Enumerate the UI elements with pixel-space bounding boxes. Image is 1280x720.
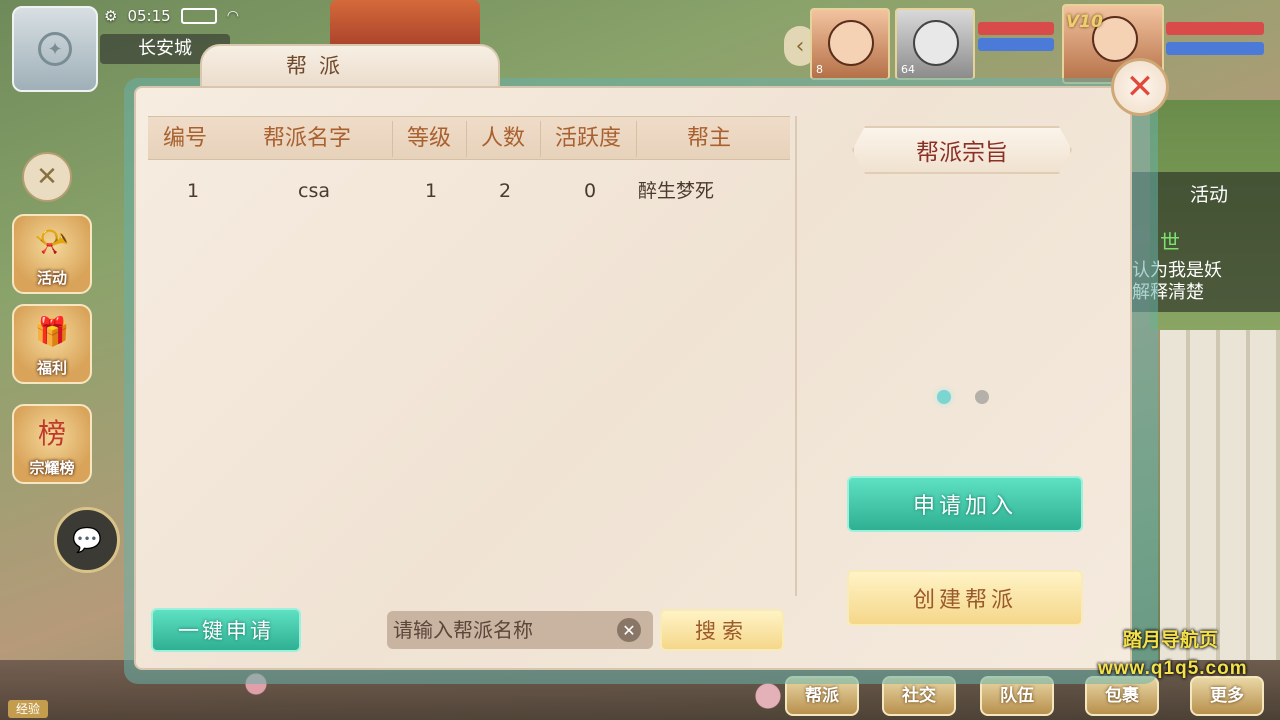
- search-box: ✕: [387, 611, 653, 649]
- apply-join-button[interactable]: 申请加入: [847, 476, 1083, 532]
- exp-label: 经验: [8, 700, 48, 718]
- panel-divider: [795, 116, 797, 596]
- gift-icon: 🎁: [34, 315, 70, 348]
- column-header-id: 编号: [162, 126, 207, 151]
- status-bar: ⚙ 05:15 ◠: [104, 4, 239, 28]
- compass-icon: ✦: [38, 32, 72, 66]
- battery-icon: [180, 8, 217, 24]
- side-button-ranking[interactable]: 榜 宗耀榜: [12, 404, 92, 484]
- vip-badge: V10: [1066, 12, 1103, 32]
- cell-leader: 醉生梦死: [637, 180, 714, 202]
- cell-id: 1: [186, 180, 200, 202]
- side-button-activity[interactable]: 📯 活动: [12, 214, 92, 294]
- modal-title: 帮派: [286, 54, 352, 78]
- close-icon: ✕: [1125, 67, 1155, 107]
- activity-tab[interactable]: 活动: [1190, 180, 1228, 207]
- building-wall: [1160, 330, 1280, 660]
- column-header-members: 人数: [480, 126, 525, 151]
- bottom-button-more[interactable]: 更多: [1190, 676, 1264, 716]
- minimap-button[interactable]: ✦: [12, 6, 98, 92]
- character-face: [828, 20, 874, 66]
- guild-search-input[interactable]: [387, 611, 613, 649]
- hp-bar: [978, 22, 1054, 35]
- quick-apply-button[interactable]: 一键申请: [151, 608, 301, 652]
- chat-button[interactable]: 💬: [54, 507, 120, 573]
- close-icon: ✕: [36, 162, 58, 192]
- activity-text: 世: [1160, 230, 1180, 254]
- cell-members: 2: [498, 180, 512, 202]
- wifi-icon: ◠: [226, 8, 239, 24]
- side-button-label: 活动: [36, 269, 67, 287]
- chat-bubble-icon: 💬: [72, 526, 102, 554]
- clear-search-button[interactable]: ✕: [617, 618, 641, 642]
- horn-icon: 📯: [34, 225, 70, 258]
- party-portrait-2[interactable]: 64: [895, 8, 975, 80]
- close-icon: ✕: [622, 620, 636, 640]
- side-button-label: 宗耀榜: [29, 459, 75, 477]
- portrait-level: 8: [816, 63, 823, 76]
- settings-icon[interactable]: ⚙: [104, 7, 117, 25]
- building-roof: [330, 0, 480, 50]
- column-header-name: 帮派名字: [262, 126, 351, 151]
- search-button[interactable]: 搜索: [660, 609, 784, 651]
- side-button-welfare[interactable]: 🎁 福利: [12, 304, 92, 384]
- player-mp-bar: [1166, 42, 1264, 55]
- cell-name: csa: [298, 180, 330, 202]
- page-dot-active[interactable]: [937, 390, 951, 404]
- watermark-url: www.q1q5.com: [1098, 658, 1248, 679]
- collapse-menu-button[interactable]: ✕: [22, 152, 72, 202]
- guild-purpose-label: 帮派宗旨: [852, 126, 1072, 174]
- guild-table-header: 编号 帮派名字 等级 人数 活跃度 帮主: [148, 116, 790, 160]
- side-button-label: 福利: [36, 359, 67, 377]
- column-header-activity: 活跃度: [554, 126, 621, 151]
- clock-time: 05:15: [127, 7, 171, 25]
- page-dot[interactable]: [975, 390, 989, 404]
- watermark-text: 踏月导航页: [1123, 629, 1219, 651]
- player-hp-bar: [1166, 22, 1264, 35]
- close-modal-button[interactable]: ✕: [1111, 58, 1169, 116]
- party-portrait-1[interactable]: 8: [810, 8, 890, 80]
- column-header-level: 等级: [406, 126, 451, 151]
- chevron-left-icon: ‹: [795, 33, 805, 59]
- cell-level: 1: [424, 180, 438, 202]
- portrait-level: 64: [901, 63, 915, 76]
- create-guild-button[interactable]: 创建帮派: [847, 570, 1083, 626]
- character-face: [913, 20, 959, 66]
- mp-bar: [978, 38, 1054, 51]
- column-header-leader: 帮主: [686, 126, 731, 151]
- ranking-icon: 榜: [37, 416, 66, 450]
